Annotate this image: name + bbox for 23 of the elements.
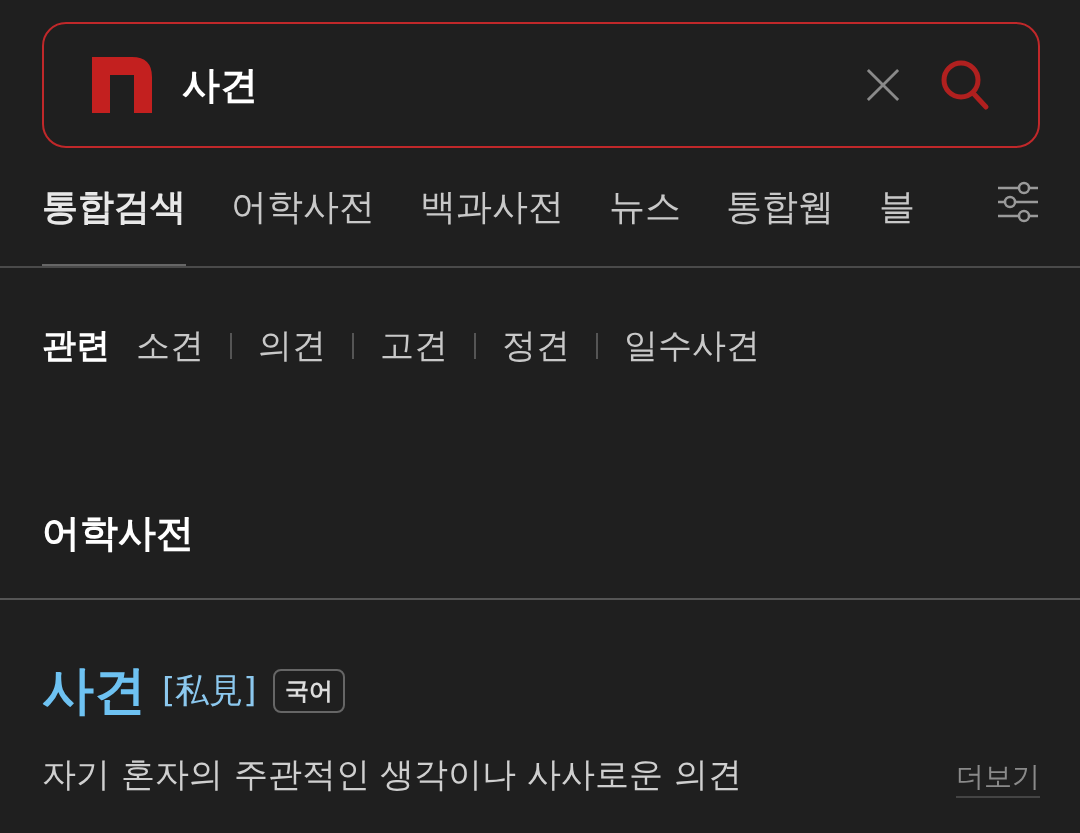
related-link[interactable]: 소견 <box>136 323 204 369</box>
close-icon[interactable] <box>866 68 900 102</box>
search-field[interactable]: 사견 <box>42 22 1040 148</box>
section-title: 어학사전 <box>0 368 1080 600</box>
tab[interactable]: 뉴스 <box>609 148 681 266</box>
search-icon[interactable] <box>940 59 990 111</box>
logo-icon <box>92 57 152 113</box>
filter-icon[interactable] <box>996 180 1040 224</box>
tab[interactable]: 통합웹 <box>726 148 834 266</box>
tab[interactable]: 백과사전 <box>420 148 564 266</box>
tab[interactable]: 블 <box>879 148 915 266</box>
related-link[interactable]: 의견 <box>258 323 326 369</box>
more-link[interactable]: 더보기 <box>956 758 1040 798</box>
dictionary-badge: 국어 <box>272 669 345 713</box>
hanja-text: [私見] <box>162 669 257 712</box>
tab[interactable]: 어학사전 <box>231 148 375 266</box>
tab[interactable]: 통합검색 <box>42 148 186 266</box>
related-label: 관련 <box>42 324 110 367</box>
definition-text: 자기 혼자의 주관적인 생각이나 사사로운 의견 <box>42 753 743 796</box>
entry-word[interactable]: 사견 <box>42 656 146 726</box>
related-link[interactable]: 고견 <box>380 323 448 369</box>
related-link[interactable]: 정견 <box>502 323 570 369</box>
related-link[interactable]: 일수사견 <box>624 323 760 369</box>
